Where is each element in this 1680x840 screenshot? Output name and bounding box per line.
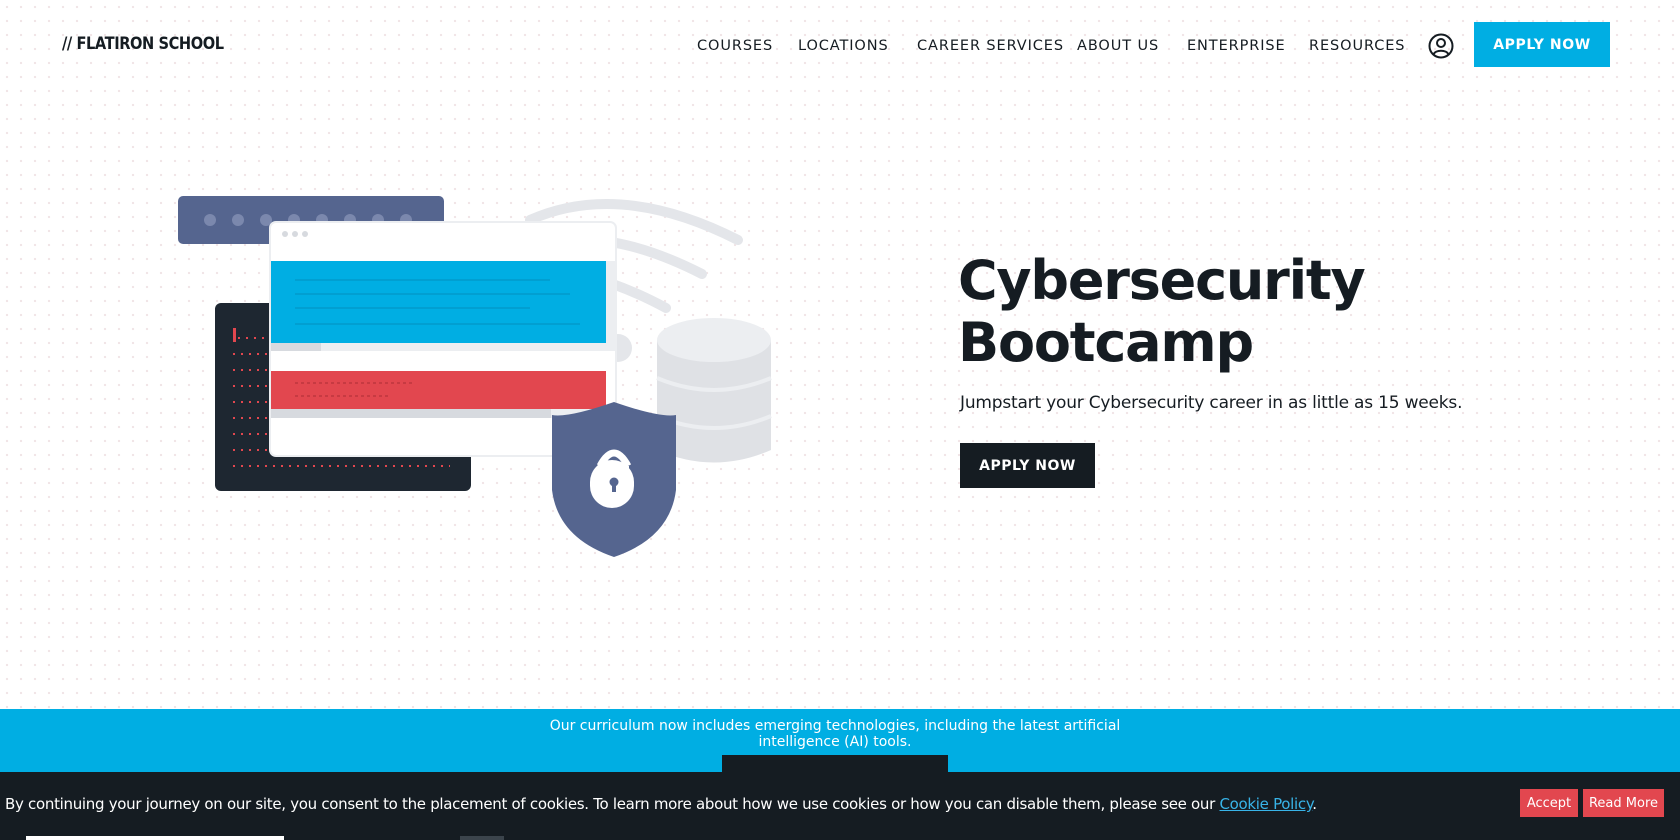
apply-now-header-button[interactable]: APPLY NOW: [1474, 22, 1610, 67]
announcement-banner: Our curriculum now includes emerging tec…: [0, 709, 1680, 773]
apply-now-hero-button[interactable]: APPLY NOW: [960, 443, 1095, 488]
bottom-strip: [460, 836, 504, 840]
cookie-text: By continuing your journey on our site, …: [5, 795, 1317, 813]
shield-lock-icon: [552, 402, 676, 557]
accept-cookies-button[interactable]: Accept: [1520, 789, 1578, 817]
banner-button[interactable]: [722, 755, 948, 773]
cookie-message: By continuing your journey on our site, …: [5, 795, 1220, 813]
cookie-policy-link[interactable]: Cookie Policy: [1219, 795, 1312, 813]
hero-subtitle: Jumpstart your Cybersecurity career in a…: [960, 393, 1463, 413]
nav-about-us[interactable]: ABOUT US: [1077, 38, 1159, 54]
nav-resources[interactable]: RESOURCES: [1309, 38, 1405, 54]
page-title: Cybersecurity Bootcamp: [958, 250, 1558, 374]
nav-career-services[interactable]: CAREER SERVICES: [917, 38, 1064, 54]
banner-text: Our curriculum now includes emerging tec…: [549, 718, 1121, 750]
read-more-button[interactable]: Read More: [1583, 789, 1664, 817]
cookie-suffix: .: [1312, 795, 1317, 813]
cybersecurity-illustration: [178, 196, 772, 557]
title-line-2: Bootcamp: [958, 311, 1254, 374]
account-button[interactable]: [1428, 33, 1454, 59]
nav-locations[interactable]: LOCATIONS: [798, 38, 889, 54]
user-circle-icon: [1428, 33, 1454, 59]
site-header: // FLATIRON SCHOOL COURSES LOCATIONS CAR…: [0, 0, 1680, 92]
cookie-consent-bar: By continuing your journey on our site, …: [0, 772, 1680, 840]
nav-enterprise[interactable]: ENTERPRISE: [1187, 38, 1286, 54]
title-line-1: Cybersecurity: [958, 249, 1366, 312]
bottom-strip: [26, 836, 284, 840]
nav-courses[interactable]: COURSES: [697, 38, 773, 54]
